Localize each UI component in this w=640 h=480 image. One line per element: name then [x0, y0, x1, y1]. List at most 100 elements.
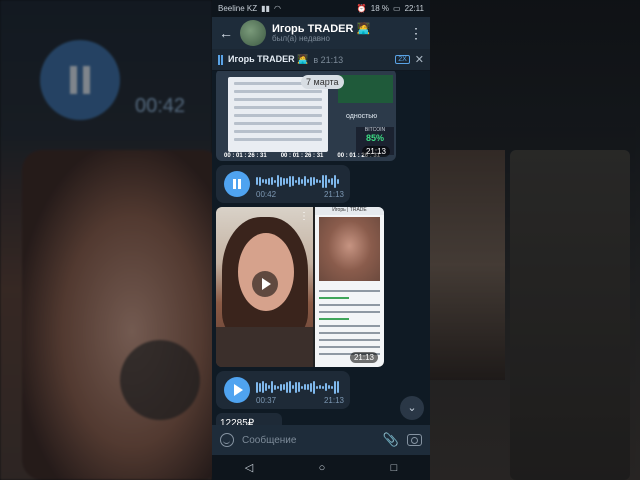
waveform-bar [331, 385, 333, 389]
pause-icon[interactable] [218, 54, 223, 65]
waveform-bar [307, 384, 309, 390]
voice-message[interactable]: 00:42 21:13 [216, 165, 350, 203]
clock: 22:11 [404, 4, 424, 13]
blurred-photo [430, 150, 505, 380]
video-thumbnail[interactable]: ⋮ [216, 207, 313, 367]
back-nav-icon[interactable]: ◁ [245, 461, 253, 474]
contact-name: Игорь TRADER 🧑‍💻 [272, 22, 371, 35]
promo-banner [338, 75, 393, 103]
waveform-bar [310, 382, 312, 392]
timer: 00 : 01 : 26 : 31 [280, 153, 324, 159]
waveform-bar [325, 174, 327, 188]
message-input[interactable]: Сообщение [242, 435, 375, 446]
waveform-bar [331, 177, 333, 185]
message-time: 21:13 [361, 146, 390, 157]
blurred-duration: 00:42 [135, 95, 186, 117]
playback-speed-button[interactable]: 2X [395, 55, 410, 64]
waveform-bar [286, 381, 288, 393]
waveform-bar [319, 385, 321, 389]
pause-icon[interactable] [224, 171, 250, 197]
camera-icon[interactable] [407, 434, 422, 446]
screenshot-text [319, 285, 380, 355]
blurred-pause-icon [40, 40, 120, 120]
contact-status: был(а) недавно [272, 33, 330, 43]
waveform[interactable] [256, 174, 339, 188]
now-playing-title: Игорь TRADER 🧑‍💻 [228, 54, 309, 64]
battery-label: 18 % [370, 4, 389, 13]
waveform-bar [274, 384, 276, 390]
now-playing-bar[interactable]: Игорь TRADER 🧑‍💻 в 21:13 2X ✕ [212, 49, 430, 71]
paperclip-icon[interactable]: 📎 [383, 432, 399, 448]
recents-nav-icon[interactable]: □ [391, 462, 398, 474]
blurred-play-icon [120, 340, 200, 420]
waveform-bar [289, 381, 291, 393]
message-time: 21:13 [323, 396, 344, 405]
media-album[interactable]: ⋮ Игорь | TRADE 21:13 [216, 207, 384, 367]
emoji-icon[interactable] [220, 433, 234, 447]
waveform-bar [310, 176, 312, 186]
message-list[interactable]: 7 марта одностью BITCOIN 85% 00 : 01 : 2… [212, 71, 430, 425]
btc-percent: 85% [365, 133, 384, 143]
waveform-bar [286, 178, 288, 184]
media-message[interactable]: 7 марта одностью BITCOIN 85% 00 : 01 : 2… [216, 71, 396, 161]
waveform-bar [301, 178, 303, 184]
message-composer: Сообщение 📎 [212, 425, 430, 455]
signal-icon: ▮▮ [261, 4, 270, 13]
home-nav-icon[interactable]: ○ [319, 462, 326, 474]
system-nav-bar: ◁ ○ □ [212, 455, 430, 480]
message-time: 21:13 [323, 190, 344, 199]
waveform-bar [304, 176, 306, 186]
waveform-bar [259, 176, 261, 186]
play-icon[interactable] [252, 271, 278, 297]
screenshot-thumbnail[interactable]: Игорь | TRADE [315, 207, 384, 367]
play-icon[interactable] [224, 377, 250, 403]
waveform-bar [325, 383, 327, 391]
waveform-bar [277, 385, 279, 389]
chevron-down-icon[interactable]: ⌄ [400, 396, 424, 420]
screenshot-photo [319, 217, 380, 281]
waveform-bar [271, 381, 273, 393]
chat-title-block[interactable]: Игорь TRADER 🧑‍💻 был(а) недавно [272, 23, 402, 44]
arrow-left-icon[interactable]: ← [218, 25, 234, 41]
waveform-bar [283, 177, 285, 185]
message-time: 21:13 [349, 352, 378, 363]
waveform-bar [298, 177, 300, 185]
waveform-bar [280, 176, 282, 186]
waveform-bar [268, 177, 270, 185]
waveform-bar [265, 383, 267, 391]
waveform-bar [292, 385, 294, 389]
waveform-bar [304, 384, 306, 390]
alarm-icon: ⏰ [356, 4, 367, 13]
voice-duration: 00:42 [256, 190, 277, 199]
avatar[interactable] [240, 20, 266, 46]
more-vertical-icon[interactable]: ⋮ [408, 25, 424, 42]
waveform-bar [334, 380, 336, 394]
waveform-bar [262, 381, 264, 393]
waveform-bar [259, 382, 261, 392]
waveform-bar [277, 175, 279, 187]
timer: 00 : 01 : 26 : 31 [224, 153, 267, 159]
waveform-bar [322, 174, 324, 188]
text-message[interactable]: 12285₽ [216, 413, 282, 425]
more-vertical-icon[interactable]: ⋮ [299, 211, 309, 222]
blurred-right-panel [430, 0, 640, 480]
waveform-bar [289, 175, 291, 187]
now-playing-time: в 21:13 [313, 54, 344, 65]
wifi-icon: ◠ [273, 4, 281, 13]
waveform-bar [328, 385, 330, 389]
blurred-card [510, 150, 630, 480]
waveform-bar [322, 385, 324, 389]
close-icon[interactable]: ✕ [415, 53, 424, 66]
waveform[interactable] [256, 380, 339, 394]
waveform-bar [298, 382, 300, 392]
waveform-bar [256, 177, 258, 185]
waveform-bar [256, 381, 258, 393]
waveform-bar [307, 179, 309, 183]
waveform-bar [265, 178, 267, 184]
status-bar: Beeline KZ ▮▮ ◠ ⏰ 18 % ▭ 22:11 [212, 0, 430, 17]
screenshot-header: Игорь | TRADE [315, 207, 384, 215]
voice-message[interactable]: 00:37 21:13 [216, 371, 350, 409]
voice-duration: 00:37 [256, 396, 277, 405]
waveform-bar [268, 385, 270, 389]
waveform-bar [274, 179, 276, 183]
